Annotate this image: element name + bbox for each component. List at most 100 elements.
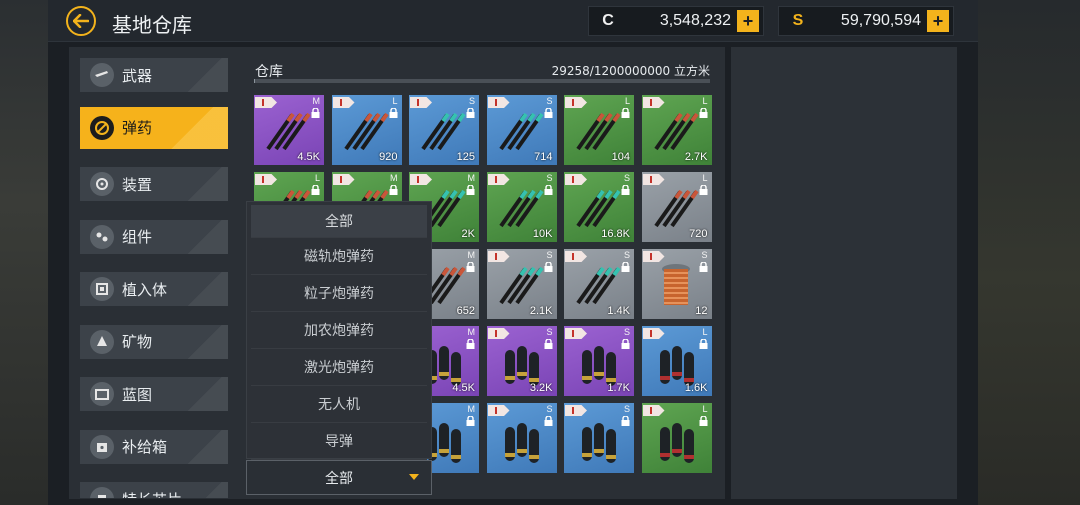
- filter-dropdown-button[interactable]: 全部: [246, 460, 432, 495]
- inventory-item[interactable]: S 10K: [486, 172, 557, 242]
- inventory-item[interactable]: L: [641, 403, 712, 473]
- item-quantity: 4.5K: [452, 382, 475, 394]
- inventory-item[interactable]: M 4.5K: [254, 95, 324, 165]
- heavy-shells-icon: [659, 346, 694, 386]
- sidebar-item-label: 植入体: [122, 280, 168, 299]
- item-size-label: L: [702, 173, 708, 183]
- weapon-icon: [90, 63, 114, 87]
- inventory-item[interactable]: L 104: [564, 95, 634, 165]
- filter-option[interactable]: 激光炮弹药: [251, 349, 427, 386]
- lock-icon: [699, 339, 707, 349]
- item-size-label: S: [546, 173, 553, 183]
- coil-ammo-icon: [661, 264, 690, 305]
- particle-ammo-icon: [421, 112, 466, 151]
- add-credits-button[interactable]: +: [737, 10, 759, 32]
- inventory-item[interactable]: S 714: [486, 95, 557, 165]
- cannon-shells-icon: [504, 423, 539, 463]
- lock-icon: [389, 108, 397, 118]
- inventory-item[interactable]: L 720: [641, 172, 712, 242]
- sidebar-item-chip[interactable]: 特长芯片: [80, 482, 228, 498]
- credits-icon: C: [602, 12, 614, 29]
- sidebar-item-ammo[interactable]: 弹药: [80, 106, 228, 149]
- device-icon: [90, 172, 114, 196]
- sidebar-item-component[interactable]: 组件: [80, 219, 228, 254]
- item-size-label: L: [702, 404, 708, 414]
- filter-option[interactable]: 粒子炮弹药: [251, 275, 427, 312]
- lock-icon: [699, 185, 707, 195]
- category-sidebar: 武器弹药装置组件植入体矿物蓝图补给箱特长芯片: [80, 58, 228, 498]
- inventory-item[interactable]: S 3.2K: [486, 326, 557, 396]
- sidebar-item-mineral[interactable]: 矿物: [80, 324, 228, 359]
- inventory-item[interactable]: S 16.8K: [564, 172, 634, 242]
- inventory-item[interactable]: S: [564, 403, 634, 473]
- filter-selected-label: 全部: [325, 470, 353, 487]
- inventory-item[interactable]: S 1.4K: [564, 249, 634, 319]
- sidebar-item-label: 特长芯片: [122, 489, 182, 499]
- item-quantity: 12: [695, 305, 708, 317]
- particle-ammo-icon: [498, 266, 544, 305]
- supply-box-icon: [90, 434, 114, 459]
- lock-icon: [544, 262, 552, 272]
- inventory-item[interactable]: S 1.7K: [564, 326, 634, 396]
- heavy-shells-icon: [659, 423, 694, 463]
- particle-ammo-icon: [498, 189, 544, 228]
- item-size-label: S: [623, 327, 630, 337]
- lock-icon: [466, 416, 475, 426]
- item-quantity: 3.2K: [529, 382, 553, 394]
- item-size-label: M: [467, 173, 476, 183]
- item-quantity: 1.6K: [684, 382, 708, 394]
- item-quantity: 714: [534, 151, 553, 163]
- sidebar-item-label: 武器: [122, 66, 153, 85]
- sidebar-item-label: 弹药: [122, 119, 153, 137]
- credits-value: 3,548,232: [659, 12, 731, 29]
- add-gold-button[interactable]: +: [927, 10, 949, 32]
- railgun-ammo-icon: [653, 189, 699, 228]
- inventory-item[interactable]: S 12: [641, 249, 712, 319]
- sidebar-item-weapon[interactable]: 武器: [80, 58, 228, 92]
- component-icon: [90, 224, 114, 249]
- inventory-item[interactable]: L 920: [331, 95, 402, 165]
- filter-option[interactable]: 导弹: [251, 423, 427, 460]
- chip-icon: [90, 487, 114, 498]
- particle-ammo-icon: [498, 112, 544, 151]
- sidebar-item-implant[interactable]: 植入体: [80, 272, 228, 306]
- lock-icon: [621, 416, 630, 426]
- sidebar-item-device[interactable]: 装置: [80, 167, 228, 201]
- lock-icon: [621, 185, 630, 195]
- item-size-label: M: [467, 404, 476, 414]
- warehouse-capacity: 29258/1200000000 立方米: [551, 64, 710, 78]
- lock-icon: [699, 108, 707, 118]
- lock-icon: [544, 185, 552, 195]
- railgun-ammo-icon: [343, 112, 389, 151]
- filter-option[interactable]: 无人机: [251, 386, 427, 423]
- filter-option[interactable]: 磁轨炮弹药: [251, 238, 427, 275]
- page-title: 基地仓库: [112, 13, 192, 37]
- inventory-item[interactable]: L 1.6K: [641, 326, 712, 396]
- sidebar-item-label: 蓝图: [122, 385, 153, 404]
- gold-coin-icon: S: [792, 12, 804, 29]
- sidebar-item-supply-box[interactable]: 补给箱: [80, 429, 228, 464]
- ammo-icon: [90, 115, 114, 140]
- item-size-label: L: [702, 96, 708, 106]
- inventory-item[interactable]: S 2.1K: [486, 249, 557, 319]
- filter-option[interactable]: 全部: [251, 205, 427, 238]
- lock-icon: [544, 416, 552, 426]
- back-button[interactable]: [66, 6, 96, 36]
- inventory-item[interactable]: S 125: [409, 95, 479, 165]
- filter-option[interactable]: 加农炮弹药: [251, 312, 427, 349]
- capacity-bar: [254, 79, 710, 83]
- item-quantity: 104: [611, 151, 630, 163]
- sidebar-item-label: 矿物: [122, 333, 153, 351]
- warehouse-title: 仓库: [255, 64, 283, 80]
- lock-icon: [466, 108, 475, 118]
- inventory-item[interactable]: S: [486, 403, 557, 473]
- detail-panel: [731, 47, 957, 499]
- caret-down-icon: [409, 474, 419, 480]
- sidebar-item-blueprint[interactable]: 蓝图: [80, 377, 228, 411]
- item-size-label: S: [546, 327, 553, 337]
- inventory-item[interactable]: L 2.7K: [641, 95, 712, 165]
- gold-display: S 59,790,594 +: [778, 6, 954, 36]
- particle-ammo-icon: [576, 266, 621, 305]
- railgun-ammo-icon: [653, 112, 699, 151]
- background-left: [0, 0, 48, 505]
